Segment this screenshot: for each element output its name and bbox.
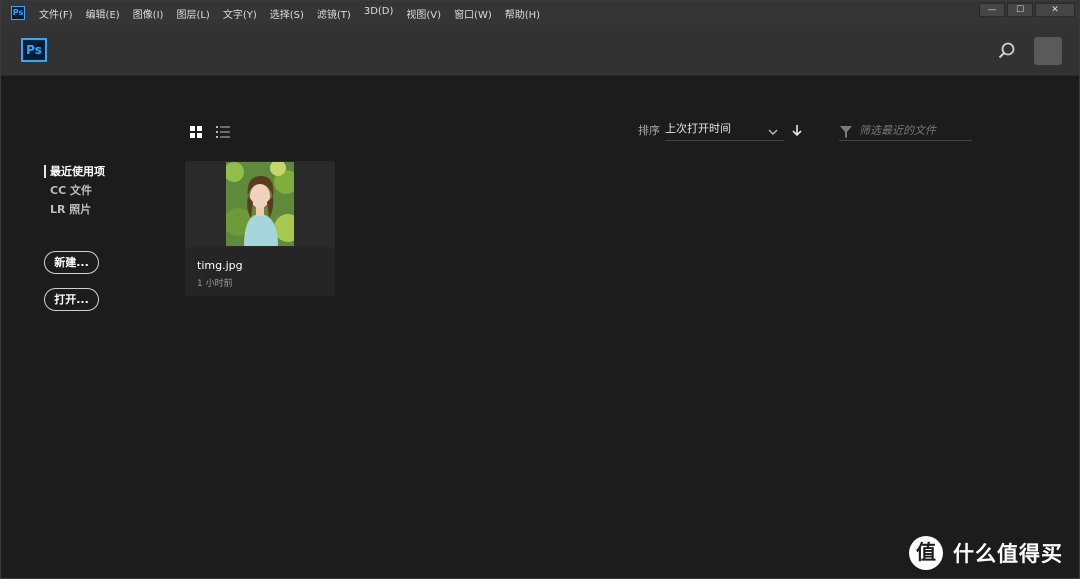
file-card[interactable]: timg.jpg 1 小时前 <box>185 161 335 296</box>
list-view-icon[interactable] <box>216 123 230 138</box>
open-button[interactable]: 打开... <box>44 288 99 311</box>
menu-view[interactable]: 视图(V) <box>406 6 441 21</box>
sidebar-item-recent[interactable]: 最近使用项 <box>44 163 105 182</box>
thumbnail-area <box>185 161 335 247</box>
file-name: timg.jpg <box>197 259 243 272</box>
filter-input[interactable]: 筛选最近的文件 <box>839 119 972 141</box>
menu-3d[interactable]: 3D(D) <box>364 6 394 21</box>
chevron-down-icon <box>768 124 778 135</box>
file-opened-time: 1 小时前 <box>197 279 233 289</box>
sort-dropdown[interactable]: 上次打开时间 <box>665 119 784 141</box>
grid-view-icon[interactable] <box>190 123 202 138</box>
menu-bar: Ps 文件(F) 编辑(E) 图像(I) 图层(L) 文字(Y) 选择(S) 滤… <box>1 1 1079 25</box>
menu-help[interactable]: 帮助(H) <box>505 6 540 21</box>
menu-select[interactable]: 选择(S) <box>270 6 304 21</box>
sidebar-item-lr-photos[interactable]: LR 照片 <box>44 201 105 220</box>
avatar-icon[interactable] <box>1034 37 1062 65</box>
minimize-button[interactable]: — <box>979 3 1005 17</box>
menu-window[interactable]: 窗口(W) <box>454 6 492 21</box>
menu-edit[interactable]: 编辑(E) <box>86 6 120 21</box>
arrow-down-icon[interactable] <box>791 122 803 137</box>
new-button[interactable]: 新建... <box>44 251 99 274</box>
maximize-button[interactable]: ☐ <box>1007 3 1033 17</box>
filter-placeholder: 筛选最近的文件 <box>859 124 936 137</box>
close-button[interactable]: ✕ <box>1035 3 1075 17</box>
menu-list: 文件(F) 编辑(E) 图像(I) 图层(L) 文字(Y) 选择(S) 滤镜(T… <box>39 6 553 21</box>
watermark-text: 什么值得买 <box>953 542 1063 566</box>
sort-value: 上次打开时间 <box>665 122 731 135</box>
watermark: 值 什么值得买 <box>909 536 1063 570</box>
sidebar-nav: 最近使用项 CC 文件 LR 照片 <box>44 163 105 220</box>
menu-image[interactable]: 图像(I) <box>133 6 164 21</box>
menu-type[interactable]: 文字(Y) <box>223 6 257 21</box>
sort-label: 排序 <box>638 124 660 137</box>
file-thumbnail <box>226 162 294 246</box>
photoshop-window: Ps 文件(F) 编辑(E) 图像(I) 图层(L) 文字(Y) 选择(S) 滤… <box>0 0 1080 579</box>
app-icon: Ps <box>11 6 25 20</box>
menu-filter[interactable]: 滤镜(T) <box>317 6 351 21</box>
watermark-badge: 值 <box>909 536 943 570</box>
menu-file[interactable]: 文件(F) <box>39 6 73 21</box>
menu-layer[interactable]: 图层(L) <box>176 6 209 21</box>
search-icon[interactable] <box>997 41 1017 61</box>
filter-icon <box>840 123 852 138</box>
home-header: Ps <box>1 25 1079 76</box>
window-controls: — ☐ ✕ <box>979 3 1075 17</box>
ps-logo: Ps <box>21 38 47 62</box>
sidebar-item-cc-files[interactable]: CC 文件 <box>44 182 105 201</box>
